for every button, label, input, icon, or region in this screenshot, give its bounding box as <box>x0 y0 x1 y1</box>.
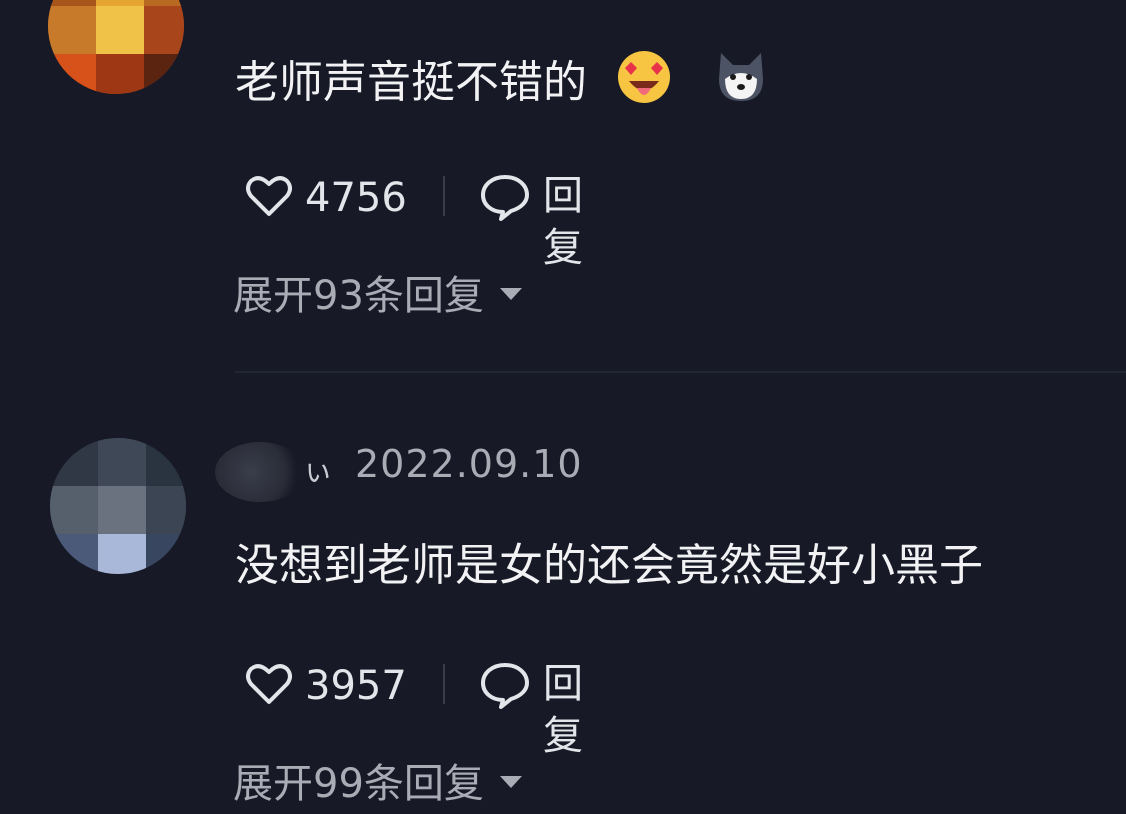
reply-icon[interactable] <box>479 658 531 710</box>
avatar[interactable] <box>50 438 186 574</box>
divider <box>443 664 445 704</box>
username[interactable]: ぃ <box>303 446 333 490</box>
reply-button[interactable]: 回复 <box>543 658 583 762</box>
divider <box>443 176 445 216</box>
comment-item: ぃ 2022.09.10 没想到老师是女的还会竟然是好小黑子 3957 回复 展… <box>0 374 1126 814</box>
caret-down-icon <box>499 288 522 300</box>
avatar[interactable] <box>48 0 184 94</box>
expand-replies-label: 展开93条回复 <box>233 273 484 319</box>
comment-text-content: 老师声音挺不错的 <box>235 57 587 108</box>
reply-button[interactable]: 回复 <box>543 170 583 274</box>
expand-replies-label: 展开99条回复 <box>233 761 484 807</box>
caret-down-icon <box>499 776 522 788</box>
expand-replies-button[interactable]: 展开93条回复 <box>233 270 522 322</box>
comment-text: 没想到老师是女的还会竟然是好小黑子 <box>235 536 983 596</box>
like-count: 3957 <box>305 663 407 709</box>
comment-item: 老师声音挺不错的 4756 回复 展开93条回复 <box>0 0 1126 372</box>
comment-text-content: 没想到老师是女的还会竟然是好小黑子 <box>235 540 983 591</box>
comment-divider <box>235 371 1126 373</box>
like-count: 4756 <box>305 175 407 221</box>
comment-date: 2022.09.10 <box>355 442 583 486</box>
like-icon[interactable] <box>243 170 295 222</box>
comment-text: 老师声音挺不错的 <box>235 48 769 122</box>
username-blurred[interactable] <box>215 442 305 502</box>
husky-dog-emoji-icon <box>713 49 769 121</box>
expand-replies-button[interactable]: 展开99条回复 <box>233 758 522 810</box>
reply-icon[interactable] <box>479 170 531 222</box>
star-struck-emoji-icon <box>615 48 673 122</box>
like-icon[interactable] <box>243 658 295 710</box>
